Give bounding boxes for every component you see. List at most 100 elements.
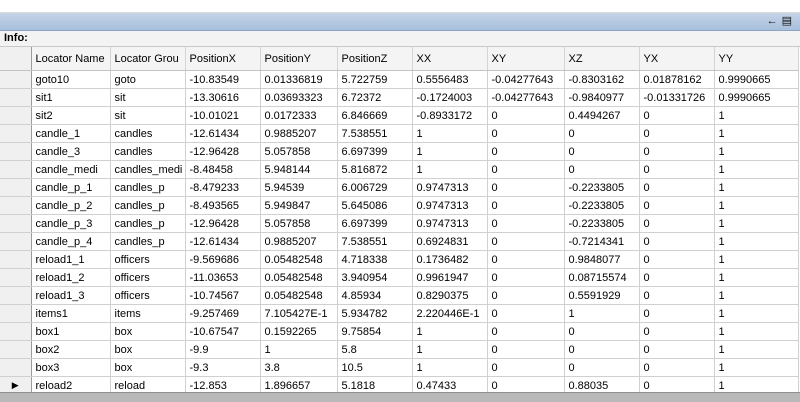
table-cell[interactable]: candles (110, 124, 186, 143)
table-cell[interactable]: 1 (714, 268, 799, 287)
table-cell[interactable]: reload1_1 (31, 250, 111, 269)
table-cell[interactable]: box (110, 322, 186, 341)
table-cell[interactable]: 7.538551 (337, 124, 413, 143)
table-cell[interactable]: 0 (564, 142, 640, 161)
table-cell[interactable]: candle_3 (31, 142, 111, 161)
table-cell[interactable]: 0 (639, 232, 715, 251)
table-cell[interactable]: 1 (564, 304, 640, 323)
table-cell[interactable]: -12.96428 (185, 214, 261, 233)
table-row[interactable]: box3 box -9.3 3.8 10.5 1 0 0 0 1 (0, 358, 799, 377)
row-header[interactable] (0, 124, 32, 143)
table-cell[interactable]: 5.722759 (337, 70, 413, 89)
table-cell[interactable]: 0.8290375 (412, 286, 488, 305)
table-row[interactable]: sit2 sit -10.01021 0.0172333 6.846669 -0.8933… (0, 106, 799, 125)
row-header[interactable] (0, 142, 32, 161)
table-cell[interactable]: 0 (639, 268, 715, 287)
table-cell[interactable]: 3.940954 (337, 268, 413, 287)
table-cell[interactable]: 0.0172333 (260, 106, 338, 125)
table-cell[interactable]: 0 (639, 196, 715, 215)
table-cell[interactable]: 5.1818 (337, 376, 413, 392)
table-cell[interactable]: -0.1724003 (412, 88, 488, 107)
table-cell[interactable]: goto (110, 70, 186, 89)
table-cell[interactable]: 0 (487, 358, 565, 377)
table-cell[interactable]: sit2 (31, 106, 111, 125)
table-cell[interactable]: -9.569686 (185, 250, 261, 269)
table-cell[interactable]: -0.8933172 (412, 106, 488, 125)
table-cell[interactable]: -12.96428 (185, 142, 261, 161)
table-cell[interactable]: 0.08715574 (564, 268, 640, 287)
table-cell[interactable]: -0.2233805 (564, 196, 640, 215)
locator-grid[interactable]: Locator Name Locator Grou PositionX Posi… (0, 47, 800, 392)
row-header[interactable] (0, 340, 32, 359)
table-cell[interactable]: -10.83549 (185, 70, 261, 89)
table-cell[interactable]: candles_medi (110, 160, 186, 179)
row-header[interactable] (0, 286, 32, 305)
column-header[interactable]: PositionX (185, 47, 261, 71)
table-cell[interactable]: 5.948144 (260, 160, 338, 179)
table-cell[interactable]: 0 (487, 178, 565, 197)
table-cell[interactable]: -0.04277643 (487, 70, 565, 89)
table-cell[interactable]: 0 (487, 304, 565, 323)
table-cell[interactable]: sit1 (31, 88, 111, 107)
table-cell[interactable]: 0 (487, 124, 565, 143)
table-cell[interactable]: 0.9990665 (714, 70, 799, 89)
table-cell[interactable]: 0.88035 (564, 376, 640, 392)
table-cell[interactable]: 5.057858 (260, 142, 338, 161)
table-cell[interactable]: 0 (639, 376, 715, 392)
table-cell[interactable]: -8.493565 (185, 196, 261, 215)
table-cell[interactable]: 0.9961947 (412, 268, 488, 287)
table-cell[interactable]: 0 (487, 232, 565, 251)
table-cell[interactable]: 1 (714, 232, 799, 251)
table-cell[interactable]: candle_1 (31, 124, 111, 143)
table-cell[interactable]: -9.257469 (185, 304, 261, 323)
table-cell[interactable]: 6.846669 (337, 106, 413, 125)
table-cell[interactable]: -0.7214341 (564, 232, 640, 251)
table-cell[interactable]: reload1_2 (31, 268, 111, 287)
table-cell[interactable]: 1 (412, 340, 488, 359)
row-header[interactable] (0, 268, 32, 287)
table-cell[interactable]: 0 (487, 376, 565, 392)
table-cell[interactable]: -10.01021 (185, 106, 261, 125)
column-header[interactable]: Locator Name (31, 47, 111, 71)
table-cell[interactable]: 0 (639, 304, 715, 323)
table-cell[interactable]: 0 (639, 286, 715, 305)
table-cell[interactable]: 1.896657 (260, 376, 338, 392)
table-row[interactable]: candle_3 candles -12.96428 5.057858 6.697399… (0, 142, 799, 161)
table-cell[interactable]: 0 (639, 250, 715, 269)
table-cell[interactable]: -9.3 (185, 358, 261, 377)
table-cell[interactable]: -0.9840977 (564, 88, 640, 107)
table-cell[interactable]: 0 (639, 358, 715, 377)
pin-icon[interactable]: ← (767, 14, 778, 28)
table-cell[interactable]: 0.5556483 (412, 70, 488, 89)
table-cell[interactable]: items (110, 304, 186, 323)
table-cell[interactable]: 0.01878162 (639, 70, 715, 89)
table-cell[interactable]: box (110, 358, 186, 377)
dock-window-icon[interactable]: ▤ (782, 14, 792, 28)
table-cell[interactable]: -8.48458 (185, 160, 261, 179)
table-cell[interactable]: 0 (564, 124, 640, 143)
table-cell[interactable]: 1 (714, 124, 799, 143)
table-cell[interactable]: 0 (639, 142, 715, 161)
table-cell[interactable]: 1 (714, 214, 799, 233)
table-cell[interactable]: 0.05482548 (260, 268, 338, 287)
table-cell[interactable]: -12.61434 (185, 124, 261, 143)
table-cell[interactable]: 0 (487, 142, 565, 161)
current-row-indicator[interactable]: ▶ (0, 376, 32, 392)
table-row[interactable]: goto10 goto -10.83549 0.01336819 5.722759 0.5… (0, 70, 799, 89)
table-cell[interactable]: 1 (714, 340, 799, 359)
table-cell[interactable]: 1 (412, 358, 488, 377)
table-cell[interactable]: 0.05482548 (260, 286, 338, 305)
table-cell[interactable]: goto10 (31, 70, 111, 89)
table-row[interactable]: candle_medi candles_medi -8.48458 5.948144 5… (0, 160, 799, 179)
table-cell[interactable]: 0.03693323 (260, 88, 338, 107)
table-cell[interactable]: candle_p_4 (31, 232, 111, 251)
table-cell[interactable]: candles_p (110, 232, 186, 251)
table-cell[interactable]: -11.03653 (185, 268, 261, 287)
table-cell[interactable]: 5.057858 (260, 214, 338, 233)
table-cell[interactable]: officers (110, 250, 186, 269)
table-cell[interactable]: candles_p (110, 196, 186, 215)
table-cell[interactable]: 0.9885207 (260, 124, 338, 143)
table-cell[interactable]: reload2 (31, 376, 111, 392)
table-cell[interactable]: 1 (714, 106, 799, 125)
table-row[interactable]: reload1_1 officers -9.569686 0.05482548 4.71… (0, 250, 799, 269)
